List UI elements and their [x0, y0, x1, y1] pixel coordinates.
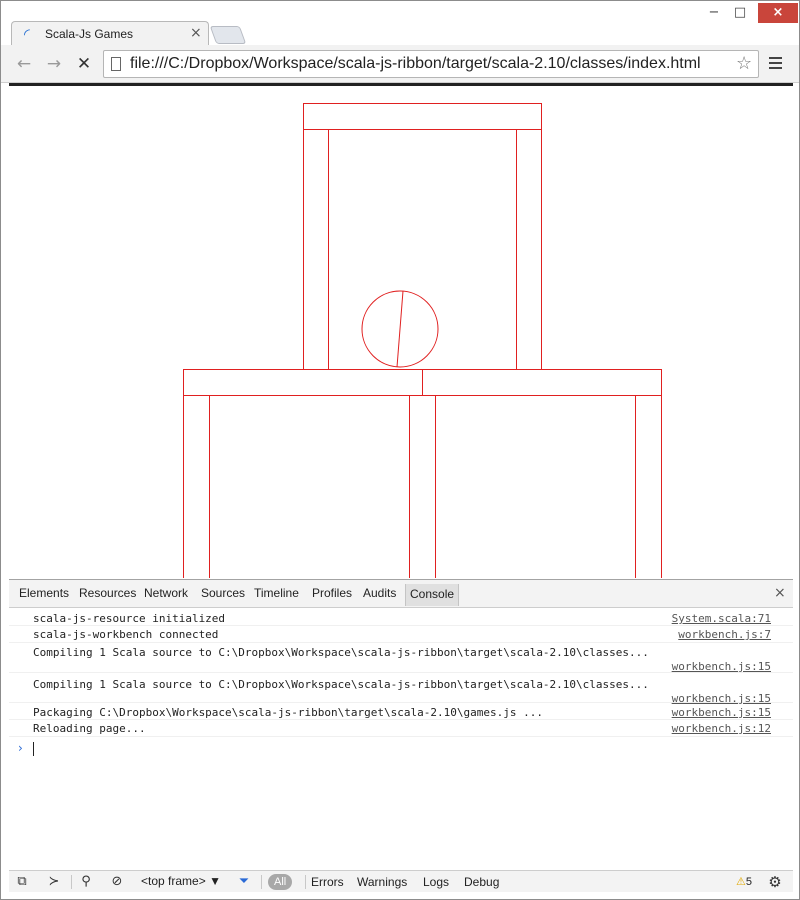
chevron-down-icon: ▼	[209, 874, 221, 888]
tab-sources[interactable]: Sources	[201, 586, 245, 600]
message-text: scala-js-workbench connected	[33, 628, 219, 641]
filter-logs-button[interactable]: Logs	[423, 875, 449, 889]
filter-icon[interactable]: ⏷	[235, 873, 253, 891]
devtools-tab-bar: Elements Resources Network Sources Timel…	[9, 580, 793, 608]
console-message: Compiling 1 Scala source to C:\Dropbox\W…	[9, 673, 793, 705]
console-message: scala-js-resource initialized System.sca…	[9, 609, 793, 626]
ball-rotation-line	[396, 290, 404, 368]
console-log[interactable]: scala-js-resource initialized System.sca…	[9, 609, 793, 871]
devtools-bottom-bar: ⧉ ≻ ⚲ ⊘ <top frame> ▼ ⏷ All Errors Warni…	[9, 870, 793, 892]
loading-spinner-icon: ◜	[24, 25, 30, 43]
dock-side-icon[interactable]: ⧉	[13, 873, 31, 891]
console-message: Compiling 1 Scala source to C:\Dropbox\W…	[9, 643, 793, 673]
filter-all-button[interactable]: All	[268, 874, 293, 890]
browser-window: ◜ Scala-Js Games × − □ × ← → ✕ file:///C…	[0, 0, 800, 900]
left-middle-plank	[183, 369, 423, 396]
frame-select-value: <top frame>	[141, 874, 206, 888]
console-input-caret[interactable]	[33, 742, 34, 756]
filter-warnings-button[interactable]: Warnings	[357, 875, 407, 889]
console-prompt-icon: ›	[18, 741, 23, 755]
separator	[71, 875, 72, 889]
forward-arrow-icon[interactable]: →	[43, 53, 65, 75]
tab-network[interactable]: Network	[144, 586, 188, 600]
new-tab-button[interactable]	[209, 26, 247, 44]
left-upper-pillar	[303, 129, 329, 370]
console-message: scala-js-workbench connected workbench.j…	[9, 626, 793, 643]
frame-select[interactable]: <top frame> ▼	[137, 873, 225, 891]
message-source-link[interactable]: workbench.js:7	[678, 628, 771, 641]
separator	[261, 875, 262, 889]
clear-console-icon[interactable]: ⊘	[108, 873, 126, 891]
tab-audits[interactable]: Audits	[363, 586, 396, 600]
message-source-link[interactable]: workbench.js:15	[672, 660, 771, 673]
show-drawer-icon[interactable]: ≻	[45, 873, 63, 891]
console-message: Packaging C:\Dropbox\Workspace\scala-js-…	[9, 703, 793, 720]
tab-resources[interactable]: Resources	[79, 586, 136, 600]
back-arrow-icon[interactable]: ←	[13, 53, 35, 75]
tab-profiles[interactable]: Profiles	[312, 586, 352, 600]
close-window-button[interactable]: ×	[758, 3, 798, 23]
tab-close-icon[interactable]: ×	[190, 25, 202, 41]
address-bar[interactable]: file:///C:/Dropbox/Workspace/scala-js-ri…	[103, 50, 759, 78]
message-text: Packaging C:\Dropbox\Workspace\scala-js-…	[33, 706, 543, 719]
devtools-panel: Elements Resources Network Sources Timel…	[9, 579, 793, 892]
message-source-link[interactable]: workbench.js:12	[672, 722, 771, 735]
message-text: Compiling 1 Scala source to C:\Dropbox\W…	[33, 678, 649, 691]
page-icon	[111, 57, 121, 71]
message-source-link[interactable]: System.scala:71	[672, 612, 771, 625]
page-viewport[interactable]	[9, 86, 793, 578]
minimize-button[interactable]: −	[703, 3, 725, 23]
separator	[305, 875, 306, 889]
devtools-close-icon[interactable]: ×	[774, 585, 786, 601]
tab-timeline[interactable]: Timeline	[254, 586, 299, 600]
tab-elements[interactable]: Elements	[19, 586, 69, 600]
message-text: scala-js-resource initialized	[33, 612, 226, 625]
center-lower-pillar	[409, 395, 436, 578]
game-canvas[interactable]	[9, 86, 793, 578]
title-bar: ◜ Scala-Js Games × − □ ×	[1, 1, 799, 45]
bookmark-star-icon[interactable]: ☆	[736, 53, 752, 74]
stop-loading-icon[interactable]: ✕	[73, 53, 95, 75]
browser-toolbar: ← → ✕ file:///C:/Dropbox/Workspace/scala…	[1, 45, 799, 83]
tab-scala-js-games[interactable]: ◜ Scala-Js Games ×	[11, 21, 209, 45]
filter-debug-button[interactable]: Debug	[464, 875, 499, 889]
menu-hamburger-icon[interactable]	[767, 54, 785, 74]
search-icon[interactable]: ⚲	[77, 873, 95, 891]
right-upper-pillar	[516, 129, 542, 370]
warning-count: 5	[745, 876, 752, 888]
left-lower-pillar	[183, 395, 210, 578]
maximize-button[interactable]: □	[729, 3, 751, 23]
settings-gear-icon[interactable]: ⚙	[766, 873, 784, 891]
right-middle-plank	[422, 369, 662, 396]
warning-count-badge[interactable]: ⚠5	[736, 875, 752, 888]
console-message: Reloading page... workbench.js:12	[9, 720, 793, 737]
warning-icon: ⚠	[736, 875, 746, 888]
top-plank	[303, 103, 542, 130]
tab-console[interactable]: Console	[405, 584, 460, 606]
message-text: Reloading page...	[33, 722, 146, 735]
url-text[interactable]: file:///C:/Dropbox/Workspace/scala-js-ri…	[130, 55, 701, 73]
message-text: Compiling 1 Scala source to C:\Dropbox\W…	[33, 646, 649, 659]
right-lower-pillar	[635, 395, 662, 578]
message-source-link[interactable]: workbench.js:15	[672, 706, 771, 719]
filter-errors-button[interactable]: Errors	[311, 875, 344, 889]
tab-title: Scala-Js Games	[45, 27, 134, 41]
